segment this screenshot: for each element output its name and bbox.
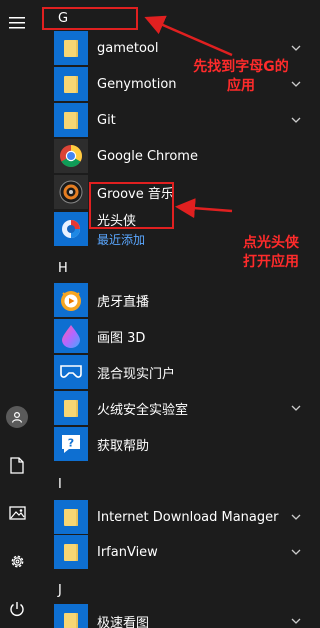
app-item-paint-3d[interactable]: 画图 3D [54,319,314,353]
folder-icon [54,103,88,137]
mixed-reality-icon [54,355,88,389]
paint-3d-icon [54,319,88,353]
app-item-jisu-viewer[interactable]: 极速看图 [54,604,314,628]
chrome-icon [54,139,88,173]
user-avatar-icon [6,406,28,428]
start-menu-rail [0,0,34,628]
user-account-button[interactable] [0,400,34,434]
documents-button[interactable] [0,448,34,482]
chevron-down-icon[interactable] [290,42,302,54]
app-label: 火绒安全实验室 [97,402,189,418]
get-help-icon: ? [54,427,88,461]
app-label: Genymotion [97,76,177,92]
app-label: Google Chrome [97,148,198,164]
pictures-icon [8,506,26,520]
app-label: Git [97,112,116,128]
hamburger-menu-icon [9,17,25,29]
chevron-down-icon[interactable] [290,546,302,558]
app-item-get-help[interactable]: ? 获取帮助 [54,427,314,461]
settings-gear-icon [11,555,23,567]
app-item-internet-download-manager[interactable]: Internet Download Manager [54,500,314,534]
section-header-i[interactable]: I [58,471,62,497]
section-header-j[interactable]: J [58,577,62,603]
pictures-button[interactable] [0,496,34,530]
chevron-down-icon[interactable] [290,615,302,627]
folder-icon [54,535,88,569]
folder-icon [54,31,88,65]
svg-text:?: ? [68,437,74,450]
folder-icon [54,391,88,425]
app-item-huya[interactable]: 虎牙直播 [54,283,314,317]
chevron-down-icon[interactable] [290,511,302,523]
app-label: 虎牙直播 [97,294,150,310]
annotation-box-letter-g [42,7,138,30]
app-label: 极速看图 [97,615,150,628]
annotation-text-click-app: 点光头侠打开应用 [243,235,299,270]
chevron-down-icon[interactable] [290,114,302,126]
recently-added-label: 最近添加 [97,233,146,247]
groove-music-icon [54,175,88,209]
section-header-h[interactable]: H [58,255,68,281]
app-item-huorong[interactable]: 火绒安全实验室 [54,391,314,425]
app-label: gametool [97,40,159,56]
app-label: 画图 3D [97,330,146,346]
app-label: Internet Download Manager [97,509,279,525]
app-label: IrfanView [97,544,158,560]
chevron-down-icon[interactable] [290,402,302,414]
annotation-text-find-g: 先找到字母G的应用 [193,59,289,94]
app-label: 混合现实门户 [97,366,176,382]
folder-icon [54,604,88,628]
guangtouxia-icon [54,212,88,246]
app-item-git[interactable]: Git [54,103,314,137]
app-item-mixed-reality-portal[interactable]: 混合现实门户 [54,355,314,389]
annotation-box-guangtouxia [89,182,174,229]
app-item-google-chrome[interactable]: Google Chrome [54,139,314,173]
power-button[interactable] [0,592,34,626]
documents-icon [10,456,24,474]
huya-live-icon [54,283,88,317]
folder-icon [54,500,88,534]
folder-icon [54,67,88,101]
power-icon [10,602,24,616]
app-label: 获取帮助 [97,438,150,454]
expand-menu-button[interactable] [0,6,34,40]
settings-button[interactable] [0,544,34,578]
app-item-irfanview[interactable]: IrfanView [54,535,314,569]
